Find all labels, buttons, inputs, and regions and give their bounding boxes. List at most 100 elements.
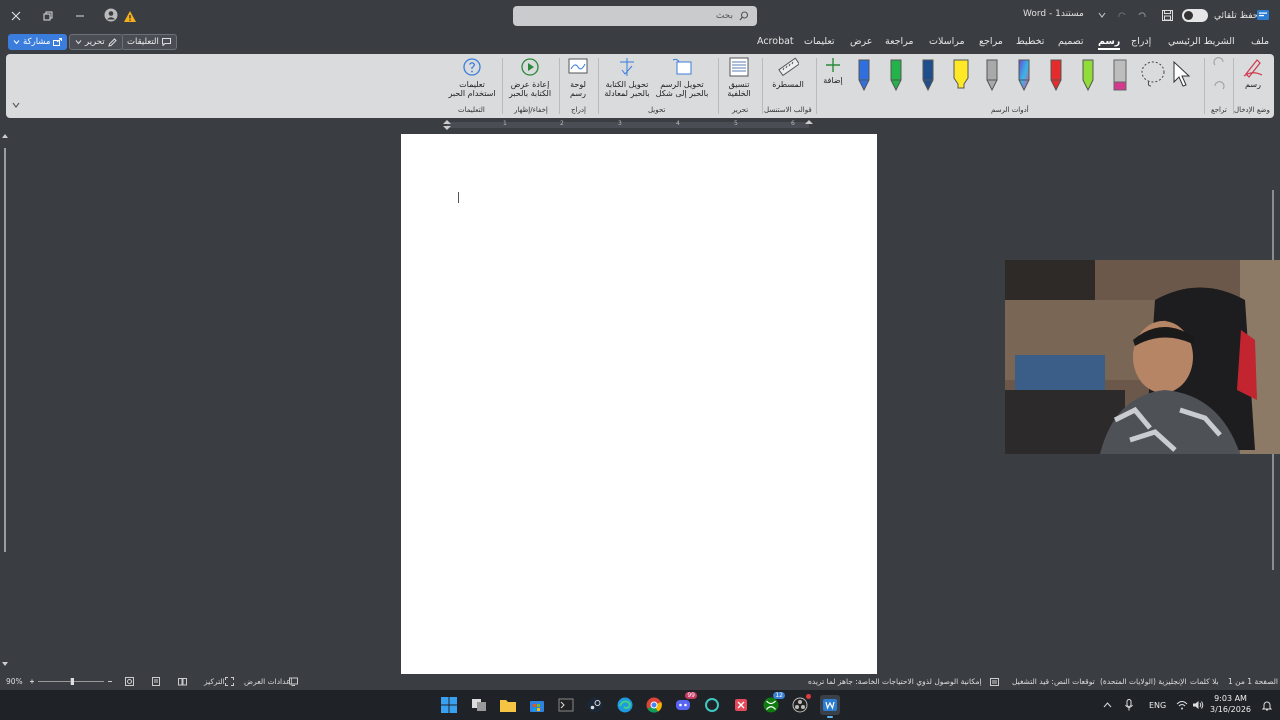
minimize-window-button[interactable] xyxy=(72,8,88,24)
tab-insert[interactable]: إدراج xyxy=(1131,36,1151,47)
add-pen-button[interactable]: إضافة xyxy=(820,56,846,85)
group-separator xyxy=(598,58,599,114)
tab-layout[interactable]: تخطيط xyxy=(1016,36,1044,47)
ink-help-button[interactable]: تعليمات استخدام الحبر xyxy=(446,56,498,98)
input-language[interactable]: ENG xyxy=(1149,701,1166,710)
page-count[interactable]: الصفحة 1 من 1 xyxy=(1228,677,1278,686)
zoom-slider[interactable] xyxy=(30,677,112,686)
app-circle-icon xyxy=(705,698,719,712)
document-page[interactable] xyxy=(401,134,877,674)
system-clock[interactable]: 9:03 AM 3/16/2026 xyxy=(1210,693,1251,715)
ink-to-shape-button[interactable]: تحويل الرسم بالحبر إلى شكل xyxy=(652,56,712,98)
tray-overflow-button[interactable] xyxy=(1100,695,1114,715)
save-button[interactable] xyxy=(1160,9,1174,22)
tab-draw[interactable]: رسم xyxy=(1098,36,1121,50)
tab-references[interactable]: مراجع xyxy=(979,36,1003,47)
customize-toolbar-button[interactable] xyxy=(1096,9,1108,21)
word-taskbar-button[interactable] xyxy=(820,695,840,718)
group-separator xyxy=(762,58,763,114)
pen-blue-dark-button[interactable] xyxy=(920,58,936,95)
collapse-ribbon-button[interactable] xyxy=(10,102,22,110)
tab-mailings[interactable]: مراسلات xyxy=(929,36,965,47)
notifications-button[interactable] xyxy=(1260,695,1274,715)
tab-review[interactable]: مراجعة xyxy=(885,36,914,47)
share-button[interactable]: مشاركة xyxy=(8,34,68,50)
tab-home[interactable]: الشريط الرئيسي xyxy=(1168,36,1235,47)
pen-blue-button[interactable] xyxy=(856,58,872,95)
minimize-icon xyxy=(76,15,84,17)
display-settings-button[interactable]: إعدادات العرض xyxy=(244,677,293,686)
drawing-canvas-icon xyxy=(568,58,588,74)
draw-mode-button[interactable]: رسم xyxy=(1238,56,1268,89)
highlighter-yellow-button[interactable] xyxy=(952,58,970,95)
volume-button[interactable] xyxy=(1191,695,1205,715)
focus-mode-button[interactable]: التركيز xyxy=(204,677,225,686)
snipping-tool-button[interactable] xyxy=(731,695,751,715)
autosave-toggle[interactable]: حفظ تلقائي xyxy=(1182,9,1258,22)
background-format-button[interactable]: تنسيق الخلفية xyxy=(722,56,756,98)
pencil-icon xyxy=(107,37,117,47)
wifi-button[interactable] xyxy=(1175,695,1189,715)
store-button[interactable] xyxy=(527,695,547,715)
language-status[interactable]: الإنجليزية (الولايات المتحدة) xyxy=(1100,677,1187,686)
select-tool-button[interactable] xyxy=(1170,58,1192,91)
microphone-button[interactable] xyxy=(1122,695,1136,715)
lasso-select-button[interactable] xyxy=(1139,58,1167,91)
highlighter-icon xyxy=(1082,59,1094,92)
steam-button[interactable] xyxy=(585,695,605,715)
ruler-button[interactable]: المسطرة xyxy=(768,56,808,89)
close-window-button[interactable] xyxy=(8,8,24,24)
editing-mode-button[interactable]: تحرير xyxy=(69,34,123,50)
active-indicator xyxy=(827,716,833,718)
search-input[interactable]: بحث xyxy=(513,6,757,26)
zoom-level[interactable]: 90% xyxy=(6,677,23,686)
ink-undo-button[interactable] xyxy=(1208,80,1230,96)
group-label-stencils: قوالب الاستنسل xyxy=(764,106,812,114)
pencil-gray-button[interactable] xyxy=(984,58,1000,95)
terminal-button[interactable] xyxy=(556,695,576,715)
app-button[interactable] xyxy=(702,695,722,715)
redo-button[interactable] xyxy=(1116,9,1128,21)
comments-button[interactable]: التعليقات xyxy=(121,34,177,50)
word-count[interactable]: بلا كلمات xyxy=(1190,677,1219,686)
tab-acrobat[interactable]: Acrobat xyxy=(757,36,794,47)
task-view-button[interactable] xyxy=(469,695,489,715)
start-button[interactable] xyxy=(439,695,459,715)
file-explorer-button[interactable] xyxy=(498,695,518,715)
pen-galaxy-button[interactable] xyxy=(1016,58,1032,95)
toggle-switch[interactable] xyxy=(1182,9,1208,22)
drawing-canvas-button[interactable]: لوحة رسم xyxy=(562,56,594,98)
vertical-scrollbar[interactable] xyxy=(2,134,8,666)
print-layout-icon[interactable] xyxy=(152,677,160,686)
account-button[interactable] xyxy=(103,7,119,23)
ink-redo-button[interactable] xyxy=(1208,56,1230,72)
edge-button[interactable] xyxy=(615,695,635,715)
chevron-down-icon xyxy=(75,40,82,45)
text-predictions-status[interactable]: توقعات النص: قيد التشغيل xyxy=(1012,677,1095,686)
accessibility-status[interactable]: إمكانية الوصول لذوي الاحتياجات الخاصة: ج… xyxy=(808,677,982,686)
eraser-button[interactable] xyxy=(1112,58,1128,95)
pen-icon xyxy=(1018,59,1030,92)
web-layout-icon[interactable] xyxy=(125,677,134,686)
pen-red-button[interactable] xyxy=(1048,58,1064,95)
restore-window-button[interactable] xyxy=(40,8,56,24)
xbox-button[interactable]: 12 xyxy=(761,692,785,715)
read-mode-icon[interactable] xyxy=(178,677,187,686)
obs-button[interactable] xyxy=(790,694,811,715)
word-app-icon xyxy=(1256,8,1270,22)
pen-green-button[interactable] xyxy=(888,58,904,95)
discord-button[interactable]: 99 xyxy=(673,692,697,715)
ink-to-math-button[interactable]: تحويل الكتابة بالحبر لمعادلة xyxy=(600,56,654,98)
horizontal-ruler[interactable]: 1 2 3 4 5 6 xyxy=(401,120,877,130)
warning-button[interactable] xyxy=(122,8,138,24)
undo-button[interactable] xyxy=(1136,9,1148,21)
chevron-down-icon xyxy=(13,40,20,45)
tab-view[interactable]: عرض xyxy=(850,36,872,47)
ink-replay-button[interactable]: إعادة عرض الكتابة بالحبر xyxy=(506,56,554,98)
tab-file[interactable]: ملف xyxy=(1251,36,1269,47)
chrome-button[interactable] xyxy=(644,695,664,715)
close-icon xyxy=(11,11,21,21)
highlighter-green-button[interactable] xyxy=(1080,58,1096,95)
tab-help[interactable]: تعليمات xyxy=(804,36,835,47)
tab-design[interactable]: تصميم xyxy=(1058,36,1084,47)
